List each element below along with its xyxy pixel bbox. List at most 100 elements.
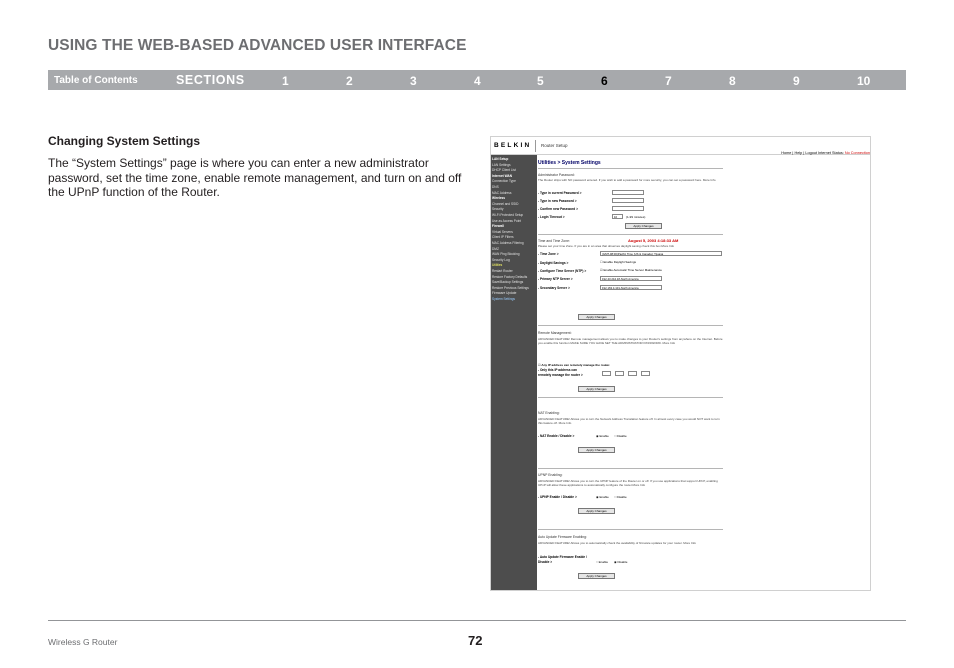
ip-octet-4[interactable]: [641, 371, 650, 376]
secondary-ntp-select[interactable]: 192.163.4.101-North America: [600, 285, 662, 290]
sidebar-item-security-log[interactable]: Security Log: [492, 258, 510, 262]
admin-heading: Administrator Password:: [538, 173, 575, 177]
sidebar-item-use-as-access-point[interactable]: Use as Access Point: [492, 219, 521, 223]
sidebar-item-virtual-servers[interactable]: Virtual Servers: [492, 230, 513, 234]
sidebar-item-restore-previous-settings[interactable]: Restore Previous Settings: [492, 286, 529, 290]
section-link-8[interactable]: 8: [729, 74, 736, 88]
login-timeout-label: - Login Timeout >: [538, 215, 565, 219]
login-timeout-unit: (1-99 minutes): [626, 215, 646, 219]
any-ip-text: Any IP address can remotely manage the r…: [541, 363, 611, 367]
remote-heading: Remote Management:: [538, 331, 572, 335]
sidebar-item-wan-ping-blocking[interactable]: WAN Ping Blocking: [492, 252, 520, 256]
sidebar-item-dmz[interactable]: DMZ: [492, 247, 499, 251]
sidebar-item-restart-router[interactable]: Restart Router: [492, 269, 513, 273]
sidebar-item-utilities[interactable]: Utilities: [492, 263, 502, 267]
sidebar-item-mac-address-filtering[interactable]: MAC Address Filtering: [492, 241, 524, 245]
nat-apply-button[interactable]: Apply Changes: [578, 447, 615, 453]
firmware-enable-radio[interactable]: ○ Enable: [596, 560, 608, 564]
new-password-label: - Type in new Password >: [538, 199, 577, 203]
primary-ntp-label: - Primary NTP Server >: [538, 277, 573, 281]
ntp-text: Enable Automatic Time Server Maintenance: [603, 268, 662, 272]
table-of-contents-link[interactable]: Table of Contents: [54, 75, 138, 86]
ntp-label: - Configure Time Server (NTP) >: [538, 269, 587, 273]
firmware-disable-radio[interactable]: ◉ Disable: [614, 560, 627, 564]
section-link-3[interactable]: 3: [410, 74, 417, 88]
nat-enable-text: Enable: [599, 434, 609, 438]
firmware-enable-text: Enable: [598, 560, 608, 564]
section-link-9[interactable]: 9: [793, 74, 800, 88]
sidebar-item-firewall: Firewall: [492, 224, 504, 229]
router-ui-content: Utilities > System Settings Administrato…: [538, 155, 870, 590]
primary-ntp-select[interactable]: 192.43.244.18-North America: [600, 276, 662, 281]
sidebar-item-system-settings[interactable]: System Settings: [492, 297, 515, 301]
firmware-text: ADVANCED FEATURE! Allows you to automati…: [538, 541, 696, 545]
time-text: Please set your time Zone. If you are in…: [538, 244, 675, 248]
sidebar-item-channel-and-ssid[interactable]: Channel and SSID: [492, 202, 518, 206]
sidebar-item-client-ip-filters[interactable]: Client IP Filters: [492, 235, 514, 239]
section-link-1[interactable]: 1: [282, 74, 289, 88]
section-link-10[interactable]: 10: [857, 74, 870, 88]
sidebar-item-restore-factory-defaults[interactable]: Restore Factory Defaults: [492, 275, 527, 279]
upnp-text: ADVANCED FEATURE! Allows you to turn the…: [538, 479, 718, 487]
upnp-disable-radio[interactable]: ○ Disable: [614, 495, 627, 499]
router-ui-header: BELKIN Router Setup Home | Help | Logout…: [491, 137, 870, 155]
daylight-savings-label: - Daylight Savings >: [538, 261, 569, 265]
page-title: USING THE WEB-BASED ADVANCED USER INTERF…: [48, 37, 467, 54]
any-ip-checkbox[interactable]: ☑ Any IP address can remotely manage the…: [538, 363, 610, 367]
daylight-savings-checkbox[interactable]: ☐ Enable Daylight Savings: [600, 260, 636, 264]
section-link-6[interactable]: 6: [601, 74, 608, 88]
section-link-2[interactable]: 2: [346, 74, 353, 88]
nat-text: ADVANCED FEATURE! Allows you to turn the…: [538, 417, 720, 425]
settings-page-title: Utilities > System Settings: [538, 160, 601, 166]
time-heading: Time and Time Zone:: [538, 239, 570, 243]
confirm-password-label: - Confirm new Password >: [538, 207, 578, 211]
daylight-savings-text: Enable Daylight Savings: [603, 260, 637, 264]
upnp-disable-text: Disable: [616, 495, 627, 499]
upnp-enable-radio[interactable]: ◉ Enable: [596, 495, 609, 499]
ip-octet-1[interactable]: [602, 371, 611, 376]
sidebar-item-wi-fi-protected-setup[interactable]: Wi-Fi Protected Setup: [492, 213, 523, 217]
sidebar-item-connection-type[interactable]: Connection Type: [492, 179, 516, 183]
router-ui-screenshot: BELKIN Router Setup Home | Help | Logout…: [490, 136, 871, 591]
time-zone-select[interactable]: (GMT-08:00)Pacific Time (US & Canada); T…: [600, 251, 722, 256]
sidebar-item-save-backup-settings[interactable]: Save/Backup Settings: [492, 280, 523, 284]
firmware-heading: Auto Update Firmware Enabling:: [538, 535, 588, 539]
sections-label: SECTIONS: [176, 73, 245, 87]
section-heading: Changing System Settings: [48, 134, 201, 148]
login-timeout-input[interactable]: 10: [612, 214, 623, 219]
current-time: August 5, 2003 4:18:33 AM: [628, 238, 679, 243]
ip-octet-3[interactable]: [628, 371, 637, 376]
upnp-apply-button[interactable]: Apply Changes: [578, 508, 615, 514]
divider: [538, 529, 723, 530]
current-password-label: - Type in current Password >: [538, 191, 582, 195]
ip-octet-2[interactable]: [615, 371, 624, 376]
footer-product-name: Wireless G Router: [48, 637, 118, 647]
current-password-input[interactable]: [612, 190, 644, 195]
header-divider: [535, 140, 536, 152]
admin-apply-button[interactable]: Apply Changes: [625, 223, 662, 229]
sidebar-item-mac-address[interactable]: MAC Address: [492, 191, 512, 195]
section-link-7[interactable]: 7: [665, 74, 672, 88]
sidebar-item-dns[interactable]: DNS: [492, 185, 499, 189]
firmware-label-1: - Auto Update Firmware Enable /: [538, 555, 587, 559]
sidebar-item-firmware-update[interactable]: Firmware Update: [492, 291, 516, 295]
nat-disable-radio[interactable]: ○ Disable: [614, 434, 627, 438]
section-link-5[interactable]: 5: [537, 74, 544, 88]
ntp-checkbox[interactable]: ☑ Enable Automatic Time Server Maintenan…: [600, 268, 662, 272]
firmware-apply-button[interactable]: Apply Changes: [578, 573, 615, 579]
section-nav-bar: Table of Contents SECTIONS 1 2 3 4 5 6 7…: [48, 70, 906, 90]
sidebar-item-internet-wan: Internet WAN: [492, 173, 513, 178]
admin-text: The Router ships with NO password entere…: [538, 178, 716, 182]
body-paragraph: The “System Settings” page is where you …: [48, 156, 462, 199]
nat-enable-radio[interactable]: ◉ Enable: [596, 434, 609, 438]
sidebar-item-security[interactable]: Security: [492, 207, 504, 211]
router-ui-sidebar: LAN Setup LAN Settings DHCP Client List Int…: [491, 155, 537, 590]
time-apply-button[interactable]: Apply Changes: [578, 314, 615, 320]
section-link-4[interactable]: 4: [474, 74, 481, 88]
sidebar-item-dhcp-client-list[interactable]: DHCP Client List: [492, 168, 516, 172]
sidebar-item-lan-settings[interactable]: LAN Settings: [492, 163, 511, 167]
only-ip-label-2: remotely manage the router >: [538, 373, 583, 377]
new-password-input[interactable]: [612, 198, 644, 203]
remote-apply-button[interactable]: Apply Changes: [578, 386, 615, 392]
confirm-password-input[interactable]: [612, 206, 644, 211]
